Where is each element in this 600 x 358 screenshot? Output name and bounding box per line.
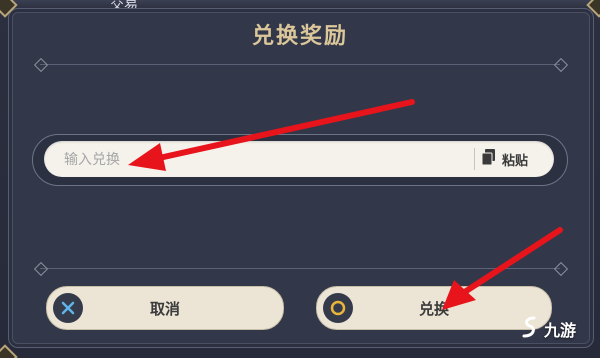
confirm-label: 兑换	[418, 300, 449, 318]
paste-label: 粘贴	[502, 153, 529, 169]
field-separator	[474, 148, 475, 170]
watermark-text: 九游	[544, 321, 577, 340]
lower-divider	[40, 268, 560, 269]
watermark: 九游	[520, 316, 576, 342]
redeem-code-input[interactable]	[62, 146, 456, 174]
confirm-button[interactable]: 兑换	[316, 286, 552, 330]
paste-button[interactable]: 粘贴	[481, 146, 542, 172]
upper-divider	[40, 64, 560, 65]
watermark-logo-icon	[520, 316, 540, 342]
redeem-dialog-screen: 交易 兑换奖励 粘贴 取消	[0, 0, 600, 358]
dialog-title: 兑换奖励	[251, 24, 348, 49]
cancel-button[interactable]: 取消	[46, 286, 284, 330]
cancel-label: 取消	[149, 300, 180, 318]
paste-icon	[481, 149, 496, 169]
